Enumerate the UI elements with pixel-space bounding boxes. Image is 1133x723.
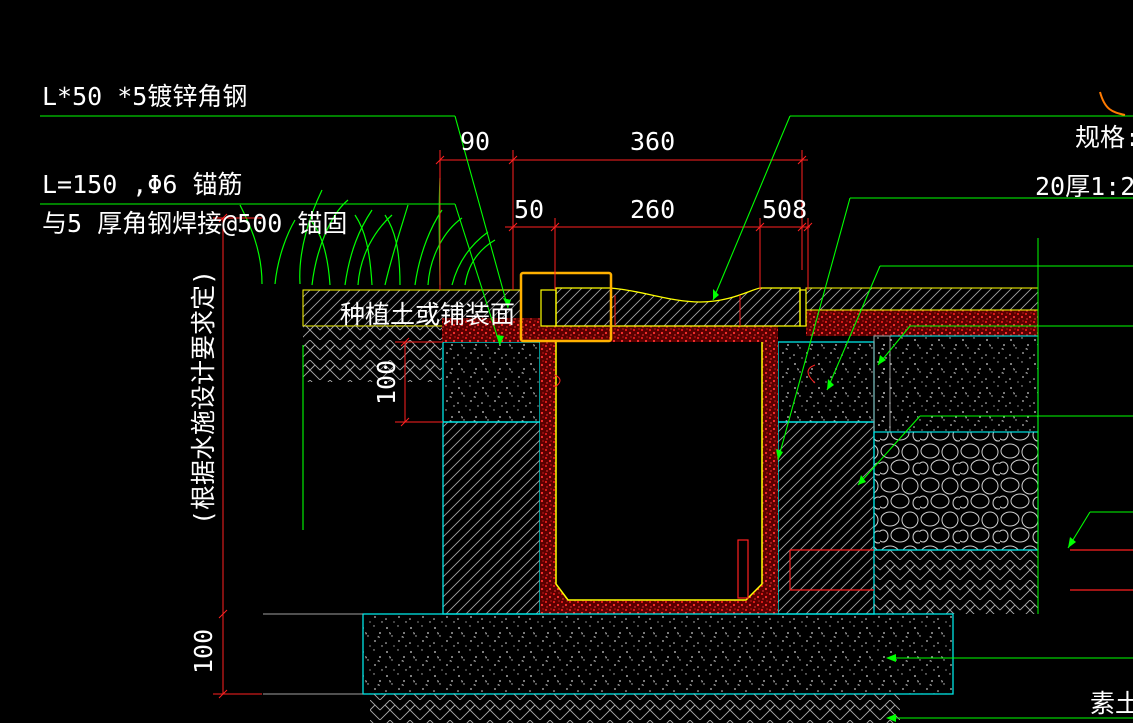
depth-note-label: (根据水施设计要求定) [189, 270, 218, 525]
anchor-weld-label: 与5 厚角钢焊接@500 锚固 [42, 209, 347, 238]
angle-steel-label: L*50 *5镀锌角钢 [42, 82, 247, 111]
base-slab [263, 613, 954, 723]
surface-label: 种植土或铺装面 [340, 300, 515, 329]
paving-layer [805, 287, 1039, 311]
dim-260: 260 [630, 195, 675, 224]
grate-cover [540, 287, 807, 327]
dim-100-bottom: 100 [189, 629, 218, 674]
dim-360: 360 [630, 127, 675, 156]
dim-508: 508 [762, 195, 807, 224]
plaster-label: 20厚1:2.5 [1035, 172, 1133, 201]
revision-mark [1099, 91, 1126, 116]
cad-drawing: L*50 *5镀锌角钢 L=150 ,Φ6 锚筋 与5 厚角钢焊接@500 锚固… [40, 82, 1133, 723]
dim-90: 90 [460, 127, 490, 156]
right-concrete-block [777, 341, 875, 615]
dim-50: 50 [514, 195, 544, 224]
plain-soil-label: 素土夯 [1090, 689, 1133, 718]
left-concrete-block [442, 341, 541, 615]
anchor-bar-label: L=150 ,Φ6 锚筋 [42, 170, 243, 199]
dim-100-left: 100 [372, 360, 401, 405]
spec-label: 规格:3( [1075, 123, 1133, 152]
